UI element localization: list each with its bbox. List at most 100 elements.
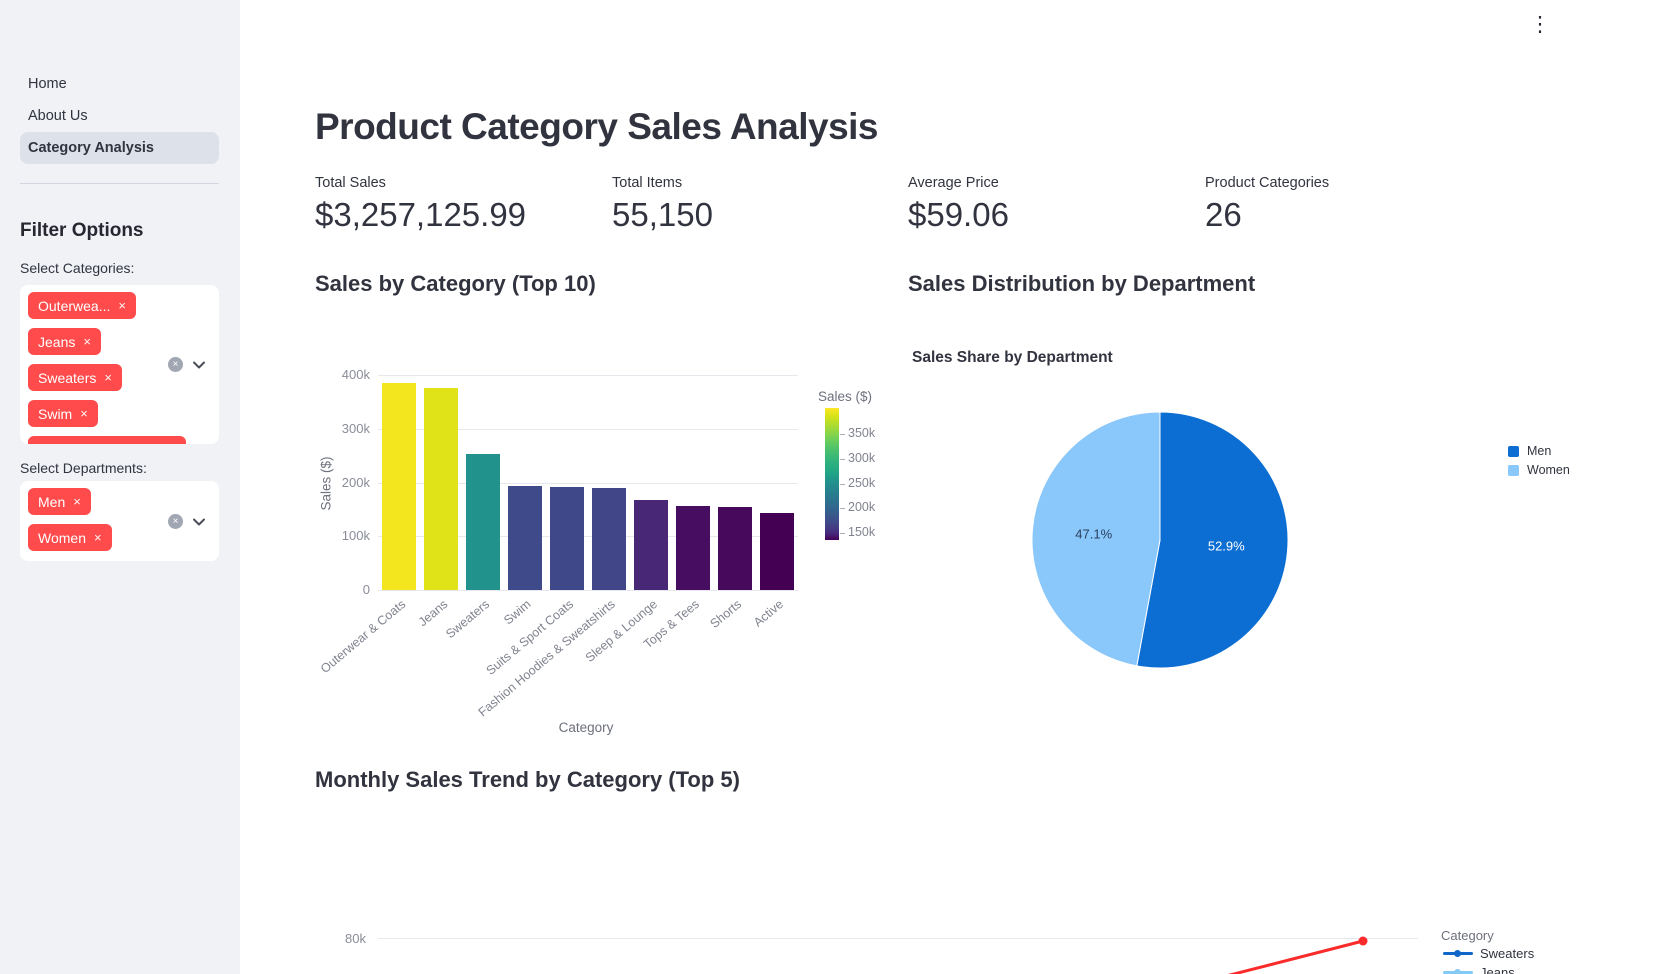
bar-chart-x-axis-title: Category [486, 720, 686, 735]
colorbar-tick-label: 200k [848, 500, 875, 514]
trend-data-point[interactable] [1359, 937, 1368, 946]
x-tick-label: Outerwear & Coats [318, 597, 408, 676]
bar-active[interactable] [760, 513, 794, 590]
metric-label: Product Categories [1205, 175, 1329, 191]
remove-tag-icon[interactable]: × [168, 443, 176, 444]
category-tags: Outerwea...×Jeans×Sweaters×Swim×Suits & … [28, 292, 186, 444]
trend-red-line[interactable] [1140, 941, 1363, 974]
colorbar-tick-mark [840, 533, 845, 534]
remove-tag-icon[interactable]: × [94, 531, 102, 544]
tag-label: Jeans [38, 334, 75, 350]
categories-multiselect[interactable]: Outerwea...×Jeans×Sweaters×Swim×Suits & … [20, 285, 219, 444]
legend-label: Men [1527, 444, 1551, 458]
y-tick-label: 100k [322, 528, 370, 543]
x-tick-label: Active [751, 597, 786, 630]
sidebar-item-category-analysis[interactable]: Category Analysis [20, 132, 219, 164]
remove-tag-icon[interactable]: × [73, 495, 81, 508]
bar-chart-bars[interactable] [378, 375, 798, 590]
select-categories-label: Select Categories: [20, 260, 134, 276]
legend-label: Sweaters [1480, 946, 1534, 961]
bar-section-heading: Sales by Category (Top 10) [315, 271, 596, 297]
pie-legend-item-men[interactable]: Men [1508, 444, 1551, 458]
sidebar: HomeAbout UsCategory Analysis Filter Opt… [0, 0, 240, 974]
category-tag-swim[interactable]: Swim × [28, 400, 98, 427]
department-tag-men[interactable]: Men× [28, 488, 91, 515]
y-tick-label: 0 [322, 582, 370, 597]
department-tag-women[interactable]: Women× [28, 524, 112, 551]
metric-value: $59.06 [908, 196, 1009, 234]
departments-multiselect[interactable]: Men× Women× × [20, 481, 219, 561]
bar-outerwear-coats[interactable] [382, 383, 416, 590]
legend-swatch [1508, 446, 1519, 457]
bar-swim[interactable] [508, 486, 542, 590]
bar-suits-sport-coats[interactable] [550, 487, 584, 590]
colorbar-tick-label: 250k [848, 476, 875, 490]
pie-chart[interactable] [1028, 408, 1292, 672]
colorbar-tick-mark [840, 484, 845, 485]
colorbar-tick-label: 300k [848, 451, 875, 465]
metric-label: Average Price [908, 175, 999, 191]
legend-dot-marker [1454, 969, 1461, 974]
bar-chart-y-axis-title: Sales ($) [319, 443, 334, 525]
chevron-down-icon[interactable] [192, 358, 206, 372]
metric-value: 26 [1205, 196, 1242, 234]
bar-shorts[interactable] [718, 507, 752, 590]
sidebar-nav: HomeAbout UsCategory Analysis [20, 68, 219, 164]
clear-all-departments-icon[interactable]: × [168, 514, 183, 529]
pie-slice-label: 52.9% [1208, 539, 1245, 554]
legend-swatch [1508, 465, 1519, 476]
gridline [378, 590, 798, 591]
colorbar-tick-mark [840, 434, 845, 435]
x-tick-label: Jeans [415, 597, 450, 629]
colorbar-tick-mark [840, 508, 845, 509]
trend-legend-title: Category [1441, 928, 1494, 943]
trend-legend-item-sweaters[interactable]: Sweaters [1443, 946, 1534, 961]
bar-sleep-lounge[interactable] [634, 500, 668, 590]
page-title: Product Category Sales Analysis [315, 106, 878, 148]
colorbar-title: Sales ($) [818, 389, 872, 404]
colorbar-tick-label: 150k [848, 525, 875, 539]
department-tags: Men× Women× [28, 488, 112, 560]
remove-tag-icon[interactable]: × [118, 299, 126, 312]
pie-section-heading: Sales Distribution by Department [908, 271, 1255, 297]
bar-fashion-hoodies-sweatshirts[interactable] [592, 488, 626, 590]
metric-value: $3,257,125.99 [315, 196, 526, 234]
select-departments-label: Select Departments: [20, 460, 147, 476]
colorbar-tick-label: 350k [848, 426, 875, 440]
bar-tops-tees[interactable] [676, 506, 710, 590]
legend-line-marker [1443, 952, 1473, 955]
category-tag-jeans[interactable]: Jeans × [28, 328, 101, 355]
y-tick-label: 400k [322, 367, 370, 382]
metric-label: Total Items [612, 175, 682, 191]
trend-section-heading: Monthly Sales Trend by Category (Top 5) [315, 767, 740, 793]
bar-sweaters[interactable] [466, 454, 500, 590]
remove-tag-icon[interactable]: × [80, 407, 88, 420]
clear-all-categories-icon[interactable]: × [168, 357, 183, 372]
sidebar-item-about-us[interactable]: About Us [20, 100, 219, 132]
trend-chart-line[interactable] [330, 880, 1450, 974]
sidebar-item-home[interactable]: Home [20, 68, 219, 100]
x-tick-label: Swim [502, 597, 534, 627]
tag-label: Sweaters [38, 370, 96, 386]
x-tick-label: Shorts [707, 597, 744, 631]
tag-label: Outerwea... [38, 298, 110, 314]
legend-label: Women [1527, 463, 1570, 477]
remove-tag-icon[interactable]: × [83, 335, 91, 348]
category-tag-outerwea-[interactable]: Outerwea... × [28, 292, 136, 319]
pie-chart-title: Sales Share by Department [912, 349, 1113, 367]
remove-tag-icon[interactable]: × [104, 371, 112, 384]
category-tag-suits-sport-coats[interactable]: Suits & Sport Coats× [28, 436, 186, 444]
metric-label: Total Sales [315, 175, 386, 191]
dashboard-app: HomeAbout UsCategory Analysis Filter Opt… [0, 0, 1666, 974]
pie-legend-item-women[interactable]: Women [1508, 463, 1570, 477]
pie-slice-label: 47.1% [1075, 526, 1112, 541]
metric-value: 55,150 [612, 196, 713, 234]
chevron-down-icon[interactable] [192, 515, 206, 529]
app-menu-kebab-icon[interactable]: ⋮ [1528, 12, 1552, 37]
tag-label: Swim [38, 406, 72, 422]
colorbar-tick-mark [840, 459, 845, 460]
category-tag-sweaters[interactable]: Sweaters × [28, 364, 122, 391]
bar-jeans[interactable] [424, 388, 458, 590]
trend-legend-item-jeans[interactable]: Jeans [1443, 965, 1515, 974]
filter-options-heading: Filter Options [20, 220, 144, 242]
